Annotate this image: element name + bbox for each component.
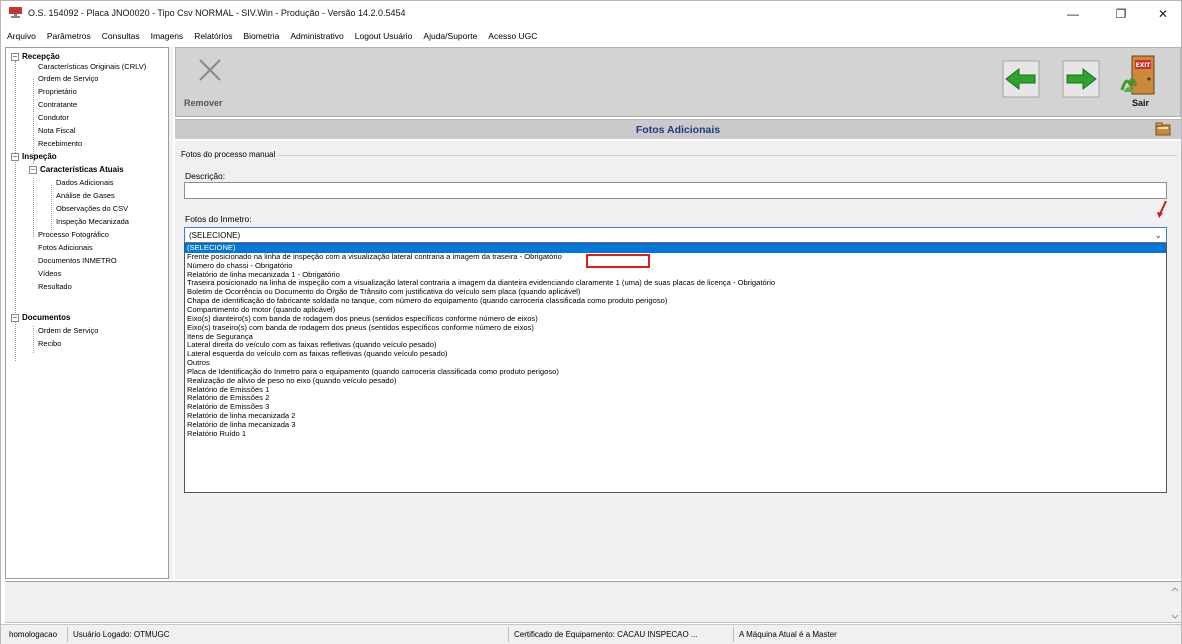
- log-panel: [5, 581, 1181, 623]
- menu-biometria[interactable]: Biometria: [243, 31, 279, 41]
- status-host: homologacao: [9, 630, 58, 639]
- menu-consultas[interactable]: Consultas: [102, 31, 140, 41]
- tree-caracteristicas-atuais[interactable]: Características Atuais: [40, 165, 124, 174]
- menu-parametros[interactable]: Parâmetros: [47, 31, 91, 41]
- content-area: Fotos do processo manual Descrição: Foto…: [175, 141, 1181, 579]
- status-machine: A Máquina Atual é a Master: [739, 630, 837, 639]
- close-button[interactable]: ✕: [1141, 1, 1182, 27]
- menu-imagens[interactable]: Imagens: [151, 31, 184, 41]
- collapse-icon[interactable]: −: [11, 314, 19, 322]
- tree-connector: [33, 326, 34, 353]
- previous-button[interactable]: [1002, 60, 1040, 98]
- menu-ajuda[interactable]: Ajuda/Suporte: [423, 31, 477, 41]
- remove-label: Remover: [184, 98, 223, 108]
- menu-arquivo[interactable]: Arquivo: [7, 31, 36, 41]
- tree-item-ordem-servico[interactable]: Ordem de Serviço: [38, 74, 98, 83]
- tree-item-dados-adicionais[interactable]: Dados Adicionais: [56, 178, 114, 187]
- tree-item-recibo[interactable]: Recibo: [38, 339, 61, 348]
- minimize-button[interactable]: —: [1051, 1, 1095, 27]
- dropdown-option[interactable]: Relatório de linha mecanizada 3: [185, 420, 1166, 430]
- tree-connector: [51, 185, 52, 230]
- dropdown-option[interactable]: Relatório de linha mecanizada 2: [185, 411, 1166, 421]
- status-divider: [733, 627, 734, 642]
- dropdown-option[interactable]: Relatório de Emissões 1: [185, 385, 1166, 395]
- description-label: Descrição:: [185, 171, 226, 181]
- status-user: Usuário Logado: OTMUGC: [73, 630, 170, 639]
- folder-icon[interactable]: [1155, 122, 1171, 136]
- exit-label: Sair: [1132, 98, 1150, 108]
- dropdown-option[interactable]: Relatório Ruído 1: [185, 429, 1166, 439]
- tree-item-nota-fiscal[interactable]: Nota Fiscal: [38, 126, 76, 135]
- remove-icon: [199, 59, 221, 81]
- arrow-left-icon: [1002, 60, 1040, 98]
- status-certificate: Certificado de Equipamento: CACAU INSPEC…: [514, 630, 698, 639]
- status-divider: [508, 627, 509, 642]
- menu-bar: Arquivo Parâmetros Consultas Imagens Rel…: [1, 27, 1181, 44]
- tree-item-caracteristicas-originais[interactable]: Características Originais (CRLV): [38, 62, 146, 71]
- dropdown-option[interactable]: Frente posicionado na linha de inspeção …: [185, 252, 1166, 262]
- menu-logout[interactable]: Logout Usuário: [355, 31, 413, 41]
- tree-item-videos[interactable]: Vídeos: [38, 269, 61, 278]
- collapse-icon[interactable]: −: [29, 166, 37, 174]
- exit-sign-text: EXIT: [1135, 62, 1151, 69]
- title-bar: O.S. 154092 - Placa JNO0020 - Tipo Csv N…: [1, 1, 1181, 27]
- chevron-down-icon: ⌄: [1154, 230, 1162, 240]
- inmetro-photos-label: Fotos do Inmetro:: [185, 214, 252, 224]
- status-divider: [67, 627, 68, 642]
- tree-item-analise-gases[interactable]: Análise de Gases: [56, 191, 115, 200]
- tree-item-inspecao-mecanizada[interactable]: Inspeção Mecanizada: [56, 217, 129, 226]
- tree-item-observacoes-csv[interactable]: Observações do CSV: [56, 204, 128, 213]
- tree-item-doc-ordem-servico[interactable]: Ordem de Serviço: [38, 326, 98, 335]
- tree-item-recebimento[interactable]: Recebimento: [38, 139, 82, 148]
- tree-item-resultado[interactable]: Resultado: [38, 282, 72, 291]
- tree-item-proprietario[interactable]: Proprietário: [38, 87, 77, 96]
- dropdown-option[interactable]: Relatório de Emissões 2: [185, 394, 1166, 403]
- tree-recepcao[interactable]: Recepção: [22, 52, 60, 61]
- minimize-icon: —: [1067, 7, 1079, 21]
- tree-connector: [33, 178, 34, 237]
- close-icon: ✕: [1157, 7, 1169, 21]
- remove-button[interactable]: Remover: [182, 54, 234, 110]
- select-value: (SELECIONE): [189, 231, 241, 240]
- maximize-button[interactable]: ❐: [1099, 1, 1143, 27]
- dropdown-option[interactable]: Lateral esquerda do veículo com as faixa…: [185, 349, 1166, 359]
- maximize-icon: ❐: [1115, 7, 1127, 21]
- inmetro-photos-dropdown-list: (SELECIONE) Frente posicionado na linha …: [184, 243, 1167, 493]
- dropdown-option[interactable]: Realização de alívio de peso no eixo (qu…: [185, 376, 1166, 386]
- tree-documentos[interactable]: Documentos: [22, 313, 70, 322]
- inmetro-photos-select[interactable]: (SELECIONE) ⌄: [184, 227, 1167, 243]
- exit-button[interactable]: EXIT Sair: [1118, 54, 1158, 110]
- group-label: Fotos do processo manual: [181, 150, 279, 159]
- menu-relatorios[interactable]: Relatórios: [194, 31, 232, 41]
- collapse-icon[interactable]: −: [11, 53, 19, 61]
- description-input[interactable]: [184, 182, 1167, 199]
- exit-door-icon: EXIT: [1120, 55, 1155, 95]
- page-title: Fotos Adicionais: [635, 124, 721, 136]
- navigation-tree: − Recepção Características Originais (CR…: [5, 47, 169, 579]
- tree-inspecao[interactable]: Inspeção: [22, 152, 57, 161]
- app-window: O.S. 154092 - Placa JNO0020 - Tipo Csv N…: [0, 0, 1182, 644]
- scrollbar[interactable]: [1169, 582, 1181, 624]
- next-button[interactable]: [1062, 60, 1100, 98]
- tree-item-documentos-inmetro[interactable]: Documentos INMETRO: [38, 256, 117, 265]
- menu-administrativo[interactable]: Administrativo: [290, 31, 343, 41]
- red-arrow-icon: [1157, 200, 1167, 218]
- section-header: Fotos Adicionais: [175, 119, 1181, 139]
- dropdown-option[interactable]: Eixo(s) traseiro(s) com banda de rodagem…: [185, 323, 1166, 333]
- tree-item-fotos-adicionais[interactable]: Fotos Adicionais: [38, 243, 93, 252]
- tree-item-processo-fotografico[interactable]: Processo Fotográfico: [38, 230, 109, 239]
- toolbar: Remover EXIT Sair: [175, 47, 1181, 117]
- window-title: O.S. 154092 - Placa JNO0020 - Tipo Csv N…: [28, 8, 406, 18]
- status-bar: homologacao Usuário Logado: OTMUGC Certi…: [1, 624, 1181, 644]
- tree-item-condutor[interactable]: Condutor: [38, 113, 69, 122]
- dropdown-option[interactable]: Relatório de Emissões 3: [185, 402, 1166, 412]
- tree-splitter[interactable]: [169, 47, 173, 579]
- collapse-icon[interactable]: −: [11, 153, 19, 161]
- menu-acesso-ugc[interactable]: Acesso UGC: [488, 31, 537, 41]
- app-icon: [9, 7, 22, 18]
- highlight-box: [586, 254, 650, 268]
- arrow-right-icon: [1062, 60, 1100, 98]
- tree-item-contratante[interactable]: Contratante: [38, 100, 77, 109]
